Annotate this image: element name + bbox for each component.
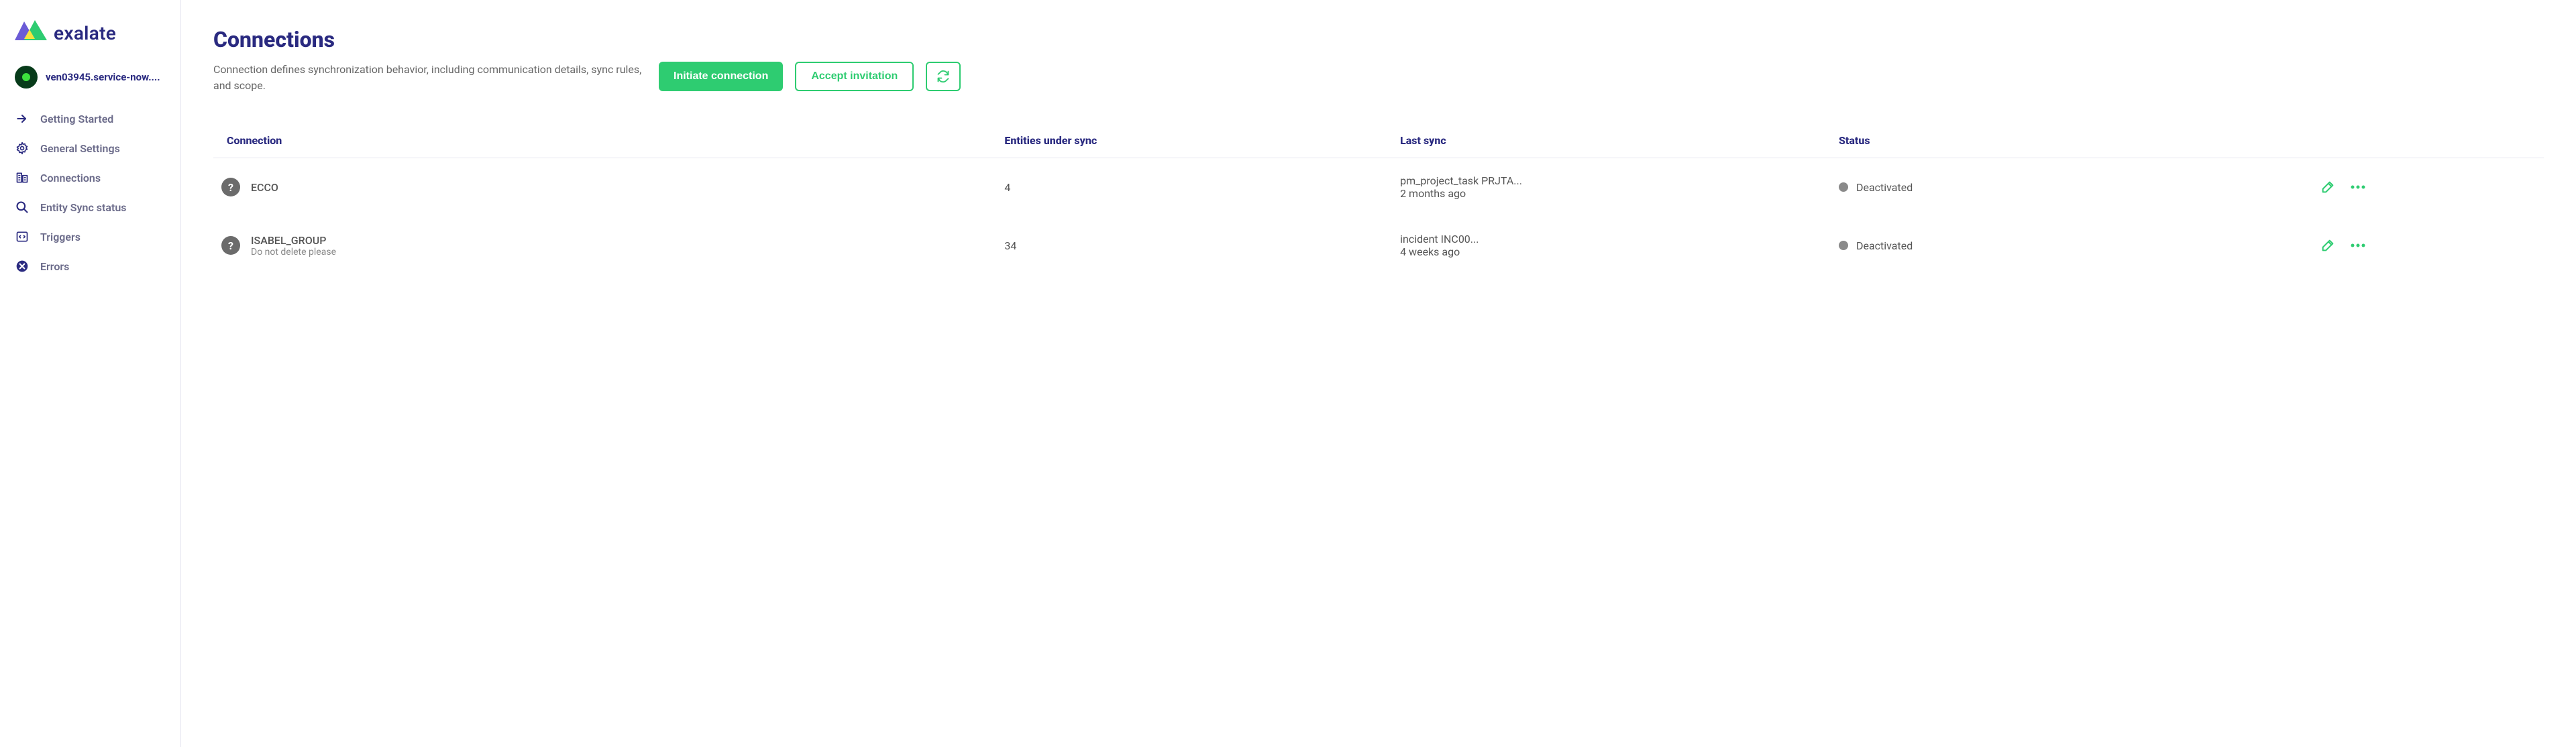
- instance-avatar-icon: [15, 66, 38, 89]
- connections-table: Connection Entities under sync Last sync…: [213, 123, 2544, 275]
- search-icon: [15, 200, 30, 215]
- question-icon: ?: [221, 236, 240, 255]
- code-icon: [15, 229, 30, 244]
- question-icon: ?: [221, 178, 240, 196]
- edit-icon: [2320, 180, 2335, 194]
- sidebar-item-label: Getting Started: [40, 113, 113, 125]
- entities-count: 34: [1004, 239, 1392, 252]
- status-cell: Deactivated: [1839, 181, 2312, 194]
- connection-note: Do not delete please: [251, 247, 336, 257]
- col-header-status: Status: [1839, 134, 2312, 147]
- sidebar-item-getting-started[interactable]: Getting Started: [15, 111, 168, 126]
- table-row: ? ECCO 4 pm_project_task PRJTA... 2 mont…: [213, 158, 2544, 217]
- sidebar-item-general-settings[interactable]: General Settings: [15, 141, 168, 156]
- row-actions: [2320, 238, 2536, 253]
- instance-name-label: ven03945.service-now....: [46, 71, 160, 84]
- gear-icon: [15, 141, 30, 156]
- col-header-last-sync: Last sync: [1400, 134, 1831, 147]
- edit-icon: [2320, 238, 2335, 253]
- sidebar-nav: Getting Started General Settings Connect…: [15, 111, 168, 274]
- sidebar-item-label: Errors: [40, 260, 69, 273]
- refresh-icon: [936, 70, 950, 83]
- accept-invitation-button[interactable]: Accept invitation: [795, 62, 914, 91]
- sidebar-item-label: Connections: [40, 172, 101, 184]
- exalate-logo-icon: [15, 19, 47, 47]
- sidebar: exalate ven03945.service-now.... Getting…: [0, 0, 181, 747]
- last-sync-item: pm_project_task PRJTA...: [1400, 174, 1831, 187]
- edit-button[interactable]: [2320, 180, 2335, 194]
- initiate-connection-button[interactable]: Initiate connection: [659, 62, 783, 91]
- instance-selector[interactable]: ven03945.service-now....: [15, 66, 168, 89]
- main-content: Connections Connection defines synchroni…: [181, 0, 2576, 747]
- sidebar-item-triggers[interactable]: Triggers: [15, 229, 168, 244]
- sidebar-item-connections[interactable]: Connections: [15, 170, 168, 185]
- status-cell: Deactivated: [1839, 239, 2312, 252]
- sidebar-item-entity-sync-status[interactable]: Entity Sync status: [15, 200, 168, 215]
- buildings-icon: [15, 170, 30, 185]
- sidebar-item-label: General Settings: [40, 142, 120, 155]
- page-header-row: Connection defines synchronization behav…: [213, 62, 2544, 94]
- status-label: Deactivated: [1856, 181, 1913, 194]
- table-row: ? ISABEL_GROUP Do not delete please 34 i…: [213, 217, 2544, 275]
- more-dots-icon: [2350, 184, 2366, 190]
- brand-logo: exalate: [15, 19, 168, 47]
- arrow-right-icon: [15, 111, 30, 126]
- table-header-row: Connection Entities under sync Last sync…: [213, 123, 2544, 158]
- more-button[interactable]: [2350, 243, 2366, 248]
- sidebar-item-label: Triggers: [40, 231, 80, 243]
- connection-cell: ? ECCO: [221, 178, 996, 196]
- row-actions: [2320, 180, 2536, 194]
- action-buttons: Initiate connection Accept invitation: [659, 62, 961, 91]
- last-sync-item: incident INC00...: [1400, 233, 1831, 245]
- connection-name: ECCO: [251, 181, 278, 194]
- sidebar-item-errors[interactable]: Errors: [15, 259, 168, 274]
- connection-name: ISABEL_GROUP: [251, 234, 336, 247]
- edit-button[interactable]: [2320, 238, 2335, 253]
- more-dots-icon: [2350, 243, 2366, 248]
- app-root: exalate ven03945.service-now.... Getting…: [0, 0, 2576, 747]
- refresh-button[interactable]: [926, 62, 961, 91]
- status-dot-icon: [1839, 241, 1848, 250]
- connection-cell: ? ISABEL_GROUP Do not delete please: [221, 234, 996, 257]
- status-label: Deactivated: [1856, 239, 1913, 252]
- entities-count: 4: [1004, 181, 1392, 194]
- page-description: Connection defines synchronization behav…: [213, 62, 643, 94]
- last-sync-time: 2 months ago: [1400, 187, 1831, 200]
- x-circle-icon: [15, 259, 30, 274]
- last-sync-cell: incident INC00... 4 weeks ago: [1400, 233, 1831, 258]
- last-sync-cell: pm_project_task PRJTA... 2 months ago: [1400, 174, 1831, 200]
- status-dot-icon: [1839, 182, 1848, 192]
- more-button[interactable]: [2350, 184, 2366, 190]
- col-header-connection: Connection: [221, 134, 996, 147]
- col-header-entities: Entities under sync: [1004, 134, 1392, 147]
- page-title: Connections: [213, 27, 2544, 52]
- brand-name: exalate: [54, 22, 116, 44]
- last-sync-time: 4 weeks ago: [1400, 245, 1831, 258]
- sidebar-item-label: Entity Sync status: [40, 201, 126, 214]
